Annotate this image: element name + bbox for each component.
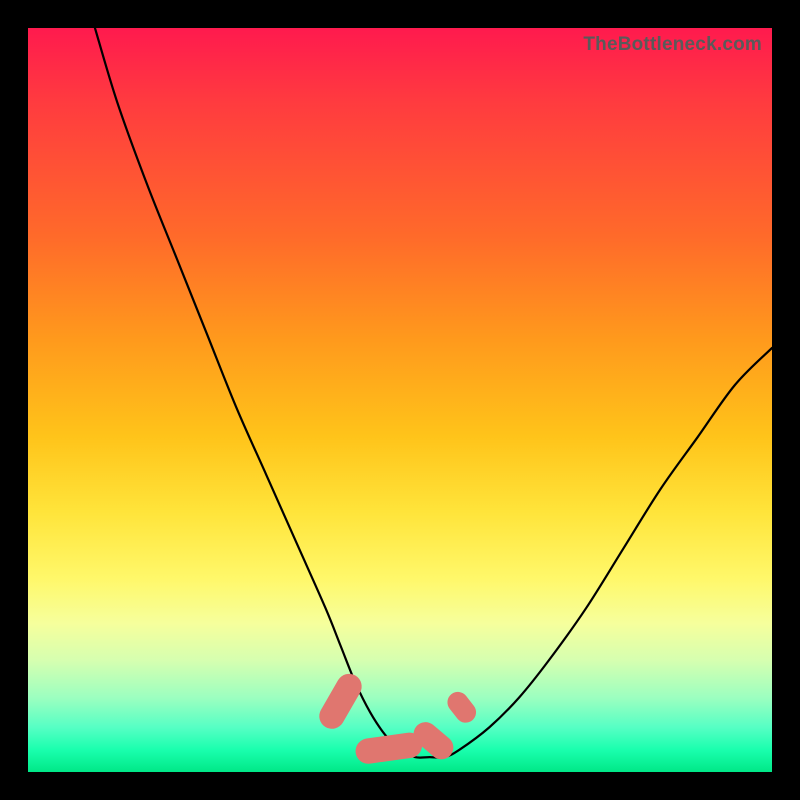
markers-group — [315, 669, 481, 765]
worm-segment-1 — [315, 669, 367, 733]
worm-segment-2 — [354, 731, 424, 765]
worm-segment-4 — [443, 688, 480, 727]
bottleneck-curve — [95, 28, 772, 758]
plot-area: TheBottleneck.com — [28, 28, 772, 772]
chart-svg — [28, 28, 772, 772]
chart-frame: TheBottleneck.com — [0, 0, 800, 800]
